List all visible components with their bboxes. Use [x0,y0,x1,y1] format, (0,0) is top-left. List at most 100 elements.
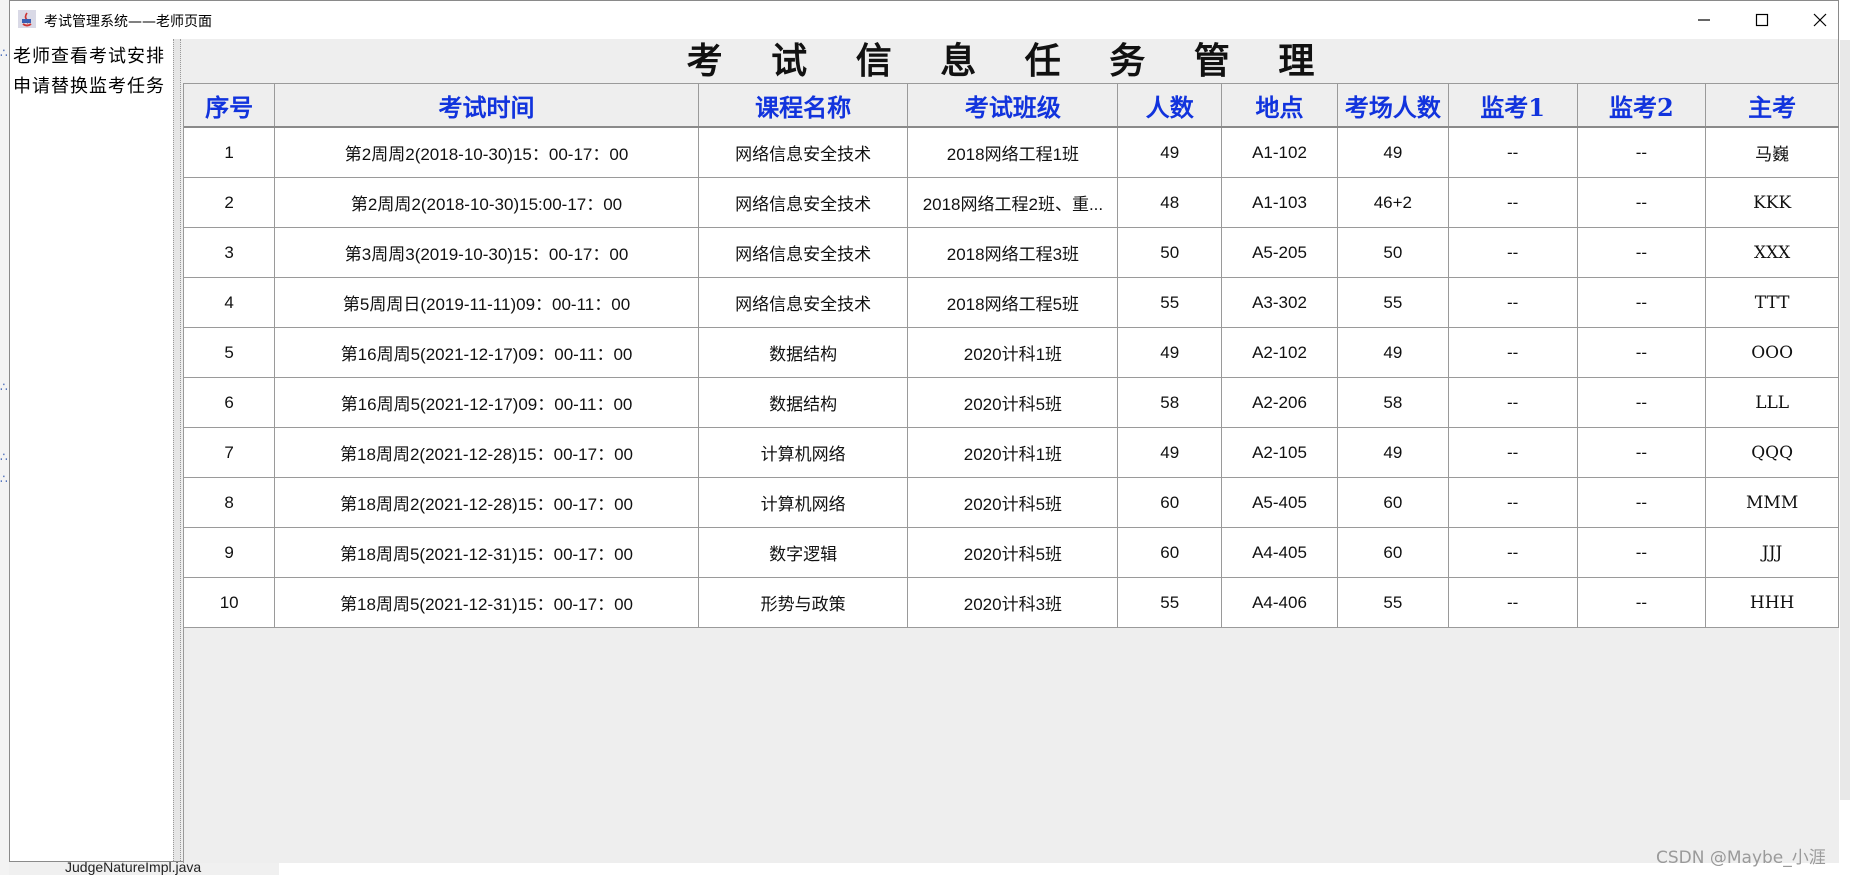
cell-exam-time[interactable]: 第18周周2(2021-12-28)15：00-17：00 [274,427,699,478]
cell-proctor-2[interactable]: -- [1577,277,1707,328]
cell-proctor-1[interactable]: -- [1448,527,1578,578]
close-button[interactable] [1791,1,1849,39]
cell-chief-examiner[interactable]: OOO [1705,327,1839,378]
cell-exam-time[interactable]: 第18周周2(2021-12-28)15：00-17：00 [274,477,699,528]
cell-proctor-1[interactable]: -- [1448,277,1578,328]
cell-exam-time[interactable]: 第2周周2(2018-10-30)15：00-17：00 [274,127,699,178]
cell-exam-class[interactable]: 2018网络工程5班 [907,277,1119,328]
column-header-exam-class[interactable]: 考试班级 [907,83,1119,128]
cell-exam-time[interactable]: 第3周周3(2019-10-30)15：00-17：00 [274,227,699,278]
cell-proctor-1[interactable]: -- [1448,477,1578,528]
column-header-location[interactable]: 地点 [1221,83,1338,128]
column-header-student-count[interactable]: 人数 [1117,83,1223,128]
cell-index[interactable]: 2 [184,177,276,228]
cell-chief-examiner[interactable]: HHH [1705,577,1839,628]
cell-index[interactable]: 1 [184,127,276,178]
cell-index[interactable]: 5 [184,327,276,378]
cell-course-name[interactable]: 网络信息安全技术 [698,127,909,178]
cell-location[interactable]: A4-405 [1221,527,1338,578]
table-row[interactable]: 7 第18周周2(2021-12-28)15：00-17：00 计算机网络 2020计… [184,427,1839,478]
cell-proctor-2[interactable]: -- [1577,127,1707,178]
cell-course-name[interactable]: 数据结构 [698,327,909,378]
cell-room-capacity[interactable]: 46+2 [1337,177,1449,228]
cell-index[interactable]: 6 [184,377,276,428]
cell-exam-class[interactable]: 2020计科5班 [907,527,1119,578]
cell-exam-class[interactable]: 2020计科5班 [907,377,1119,428]
cell-room-capacity[interactable]: 49 [1337,427,1449,478]
cell-exam-time[interactable]: 第18周周5(2021-12-31)15：00-17：00 [274,527,699,578]
cell-proctor-2[interactable]: -- [1577,377,1707,428]
title-bar[interactable]: 考试管理系统——老师页面 [10,1,1838,39]
cell-proctor-1[interactable]: -- [1448,427,1578,478]
sidebar-item-view-exam-schedule[interactable]: 老师查看考试安排 [13,42,165,68]
table-row[interactable]: 5 第16周周5(2021-12-17)09：00-11：00 数据结构 2020计科… [184,327,1839,378]
cell-location[interactable]: A1-103 [1221,177,1338,228]
maximize-button[interactable] [1733,1,1791,39]
cell-location[interactable]: A2-105 [1221,427,1338,478]
cell-exam-class[interactable]: 2020计科5班 [907,477,1119,528]
cell-index[interactable]: 3 [184,227,276,278]
cell-exam-class[interactable]: 2018网络工程2班、重... [907,177,1119,228]
cell-chief-examiner[interactable]: TTT [1705,277,1839,328]
cell-student-count[interactable]: 49 [1117,327,1223,378]
column-header-room-capacity[interactable]: 考场人数 [1337,83,1449,128]
cell-exam-time[interactable]: 第2周周2(2018-10-30)15:00-17：00 [274,177,699,228]
cell-room-capacity[interactable]: 60 [1337,477,1449,528]
cell-index[interactable]: 9 [184,527,276,578]
cell-location[interactable]: A3-302 [1221,277,1338,328]
cell-course-name[interactable]: 网络信息安全技术 [698,227,909,278]
table-row[interactable]: 2 第2周周2(2018-10-30)15:00-17：00 网络信息安全技术 201… [184,177,1839,228]
cell-exam-class[interactable]: 2020计科1班 [907,327,1119,378]
cell-chief-examiner[interactable]: KKK [1705,177,1839,228]
cell-exam-class[interactable]: 2018网络工程1班 [907,127,1119,178]
cell-index[interactable]: 4 [184,277,276,328]
cell-exam-time[interactable]: 第16周周5(2021-12-17)09：00-11：00 [274,327,699,378]
cell-index[interactable]: 10 [184,577,276,628]
cell-course-name[interactable]: 计算机网络 [698,477,909,528]
cell-index[interactable]: 7 [184,427,276,478]
table-row[interactable]: 1 第2周周2(2018-10-30)15：00-17：00 网络信息安全技术 201… [184,127,1839,178]
cell-proctor-1[interactable]: -- [1448,377,1578,428]
column-header-proctor-2[interactable]: 监考2 [1577,83,1707,128]
minimize-button[interactable] [1675,1,1733,39]
split-pane-divider[interactable] [173,39,181,861]
cell-proctor-2[interactable]: -- [1577,577,1707,628]
table-row[interactable]: 6 第16周周5(2021-12-17)09：00-11：00 数据结构 2020计科… [184,377,1839,428]
cell-index[interactable]: 8 [184,477,276,528]
cell-student-count[interactable]: 48 [1117,177,1223,228]
cell-student-count[interactable]: 50 [1117,227,1223,278]
cell-exam-time[interactable]: 第16周周5(2021-12-17)09：00-11：00 [274,377,699,428]
cell-room-capacity[interactable]: 55 [1337,277,1449,328]
cell-course-name[interactable]: 数字逻辑 [698,527,909,578]
cell-student-count[interactable]: 49 [1117,427,1223,478]
cell-location[interactable]: A2-102 [1221,327,1338,378]
cell-exam-time[interactable]: 第18周周5(2021-12-31)15：00-17：00 [274,577,699,628]
cell-chief-examiner[interactable]: QQQ [1705,427,1839,478]
cell-chief-examiner[interactable]: 马巍 [1705,127,1839,178]
cell-room-capacity[interactable]: 49 [1337,327,1449,378]
cell-course-name[interactable]: 形势与政策 [698,577,909,628]
cell-chief-examiner[interactable]: MMM [1705,477,1839,528]
cell-exam-class[interactable]: 2020计科3班 [907,577,1119,628]
cell-proctor-1[interactable]: -- [1448,577,1578,628]
cell-location[interactable]: A1-102 [1221,127,1338,178]
cell-course-name[interactable]: 计算机网络 [698,427,909,478]
cell-location[interactable]: A2-206 [1221,377,1338,428]
cell-proctor-1[interactable]: -- [1448,177,1578,228]
cell-course-name[interactable]: 数据结构 [698,377,909,428]
cell-course-name[interactable]: 网络信息安全技术 [698,177,909,228]
table-row[interactable]: 8 第18周周2(2021-12-28)15：00-17：00 计算机网络 2020计… [184,477,1839,528]
column-header-course-name[interactable]: 课程名称 [698,83,909,128]
column-header-index[interactable]: 序号 [184,83,276,128]
cell-room-capacity[interactable]: 60 [1337,527,1449,578]
cell-room-capacity[interactable]: 50 [1337,227,1449,278]
table-row[interactable]: 10 第18周周5(2021-12-31)15：00-17：00 形势与政策 2020… [184,577,1839,628]
cell-proctor-1[interactable]: -- [1448,327,1578,378]
cell-location[interactable]: A4-406 [1221,577,1338,628]
cell-student-count[interactable]: 49 [1117,127,1223,178]
cell-room-capacity[interactable]: 55 [1337,577,1449,628]
cell-exam-time[interactable]: 第5周周日(2019-11-11)09：00-11：00 [274,277,699,328]
cell-proctor-2[interactable]: -- [1577,177,1707,228]
table-row[interactable]: 4 第5周周日(2019-11-11)09：00-11：00 网络信息安全技术 201… [184,277,1839,328]
cell-proctor-2[interactable]: -- [1577,427,1707,478]
